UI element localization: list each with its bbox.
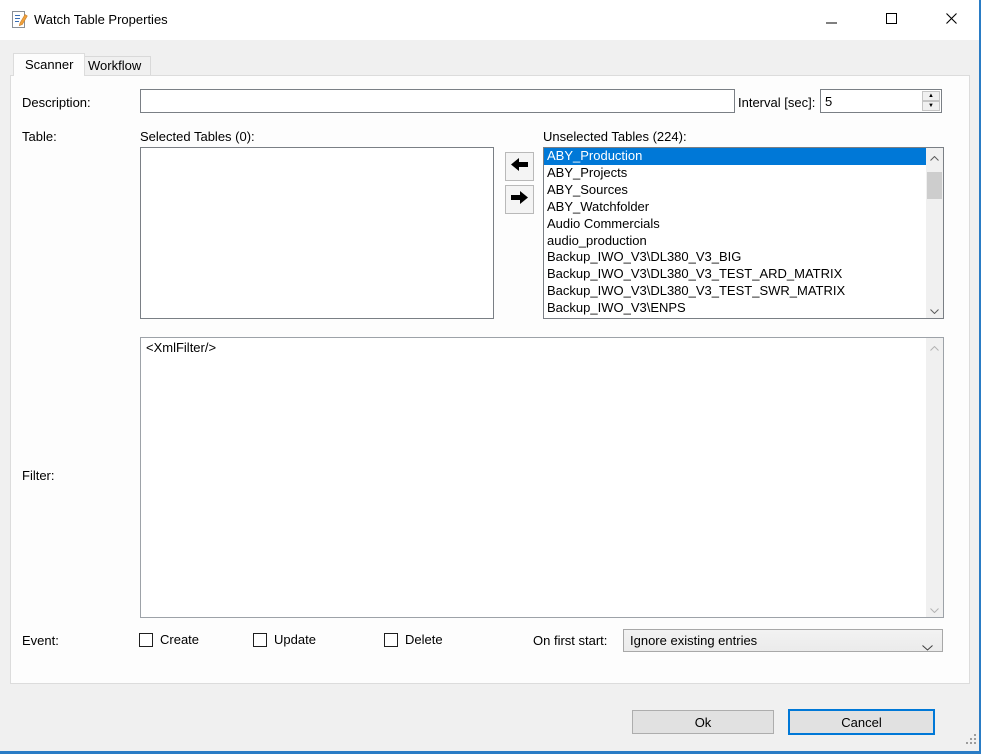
- spin-up-button[interactable]: ▲: [922, 91, 940, 101]
- unselected-tables-items: ABY_ProductionABY_ProjectsABY_SourcesABY…: [544, 148, 926, 318]
- tab-scanner[interactable]: Scanner: [13, 53, 85, 76]
- scroll-down-button[interactable]: [926, 301, 943, 318]
- checkbox-create-box[interactable]: [139, 633, 153, 647]
- maximize-icon: [886, 11, 897, 29]
- description-label: Description:: [22, 95, 91, 110]
- interval-spinner: ▲ ▼: [820, 89, 942, 113]
- maximize-button[interactable]: [868, 0, 914, 40]
- list-item[interactable]: ABY_Sources: [544, 182, 926, 199]
- titlebar[interactable]: Watch Table Properties: [0, 0, 979, 40]
- list-item[interactable]: Audio Commercials: [544, 216, 926, 233]
- close-button[interactable]: [928, 0, 974, 40]
- scroll-up-icon: [930, 148, 939, 166]
- filter-label: Filter:: [22, 468, 55, 483]
- checkbox-delete-box[interactable]: [384, 633, 398, 647]
- checkbox-delete-label: Delete: [405, 632, 443, 647]
- description-input[interactable]: [140, 89, 735, 113]
- list-item[interactable]: ABY_Watchfolder: [544, 199, 926, 216]
- scroll-down-icon: [930, 301, 939, 319]
- interval-input[interactable]: [821, 90, 919, 112]
- scroll-up-button[interactable]: [926, 148, 943, 165]
- list-item[interactable]: Backup_IWO_V3\DL380_V3_BIG: [544, 249, 926, 266]
- list-item[interactable]: ABY_Projects: [544, 165, 926, 182]
- ok-button[interactable]: Ok: [632, 710, 774, 734]
- list-item[interactable]: Backup_IWO_V3\DL380_V3_TEST_SWR_MATRIX: [544, 283, 926, 300]
- checkbox-create-label: Create: [160, 632, 199, 647]
- unselected-tables-list[interactable]: ABY_ProductionABY_ProjectsABY_SourcesABY…: [543, 147, 944, 319]
- interval-spin-buttons: ▲ ▼: [922, 91, 940, 111]
- tab-workflow[interactable]: Workflow: [78, 56, 151, 75]
- unselected-tables-scrollbar[interactable]: [926, 148, 943, 318]
- checkbox-update[interactable]: Update: [253, 632, 316, 647]
- move-to-selected-button[interactable]: [505, 152, 534, 181]
- checkbox-create[interactable]: Create: [139, 632, 199, 647]
- scroll-up-icon: [930, 338, 939, 356]
- resize-grip[interactable]: [964, 732, 977, 750]
- checkbox-delete[interactable]: Delete: [384, 632, 443, 647]
- cancel-button[interactable]: Cancel: [788, 709, 935, 735]
- list-item[interactable]: audio_production: [544, 233, 926, 250]
- list-item[interactable]: Backup_IWO_V3\ENPS: [544, 300, 926, 317]
- watch-table-properties-dialog: Watch Table Properties Scanner Workflow …: [0, 0, 981, 754]
- on-first-start-label: On first start:: [533, 633, 607, 648]
- app-icon: [9, 10, 29, 35]
- on-first-start-dropdown[interactable]: Ignore existing entries: [623, 629, 943, 652]
- table-label: Table:: [22, 129, 57, 144]
- scroll-down-icon: [930, 600, 939, 618]
- close-icon: [946, 11, 957, 29]
- interval-label: Interval [sec]:: [738, 95, 815, 110]
- arrow-left-icon: [511, 158, 528, 176]
- minimize-icon: [826, 11, 837, 29]
- unselected-tables-label: Unselected Tables (224):: [543, 129, 687, 144]
- filter-value: <XmlFilter/>: [141, 338, 925, 617]
- list-item[interactable]: Backup_IWO_V3\DL380_V3_TEST_ARD_MATRIX: [544, 266, 926, 283]
- minimize-button[interactable]: [808, 0, 854, 40]
- scrollbar-thumb[interactable]: [927, 172, 942, 199]
- scroll-up-button[interactable]: [926, 338, 943, 355]
- selected-tables-label: Selected Tables (0):: [140, 129, 255, 144]
- checkbox-update-label: Update: [274, 632, 316, 647]
- on-first-start-value: Ignore existing entries: [630, 633, 757, 648]
- arrow-right-icon: [511, 191, 528, 209]
- scroll-down-button[interactable]: [926, 600, 943, 617]
- filter-input[interactable]: <XmlFilter/>: [140, 337, 944, 618]
- selected-tables-list[interactable]: [140, 147, 494, 319]
- window-title: Watch Table Properties: [34, 12, 168, 27]
- spin-down-icon: ▼: [928, 103, 934, 109]
- checkbox-update-box[interactable]: [253, 633, 267, 647]
- list-item[interactable]: ABY_Production: [544, 148, 926, 165]
- spin-down-button[interactable]: ▼: [922, 101, 940, 111]
- spin-up-icon: ▲: [928, 93, 934, 99]
- chevron-down-icon: [922, 638, 933, 656]
- move-to-unselected-button[interactable]: [505, 185, 534, 214]
- event-label: Event:: [22, 633, 59, 648]
- filter-scrollbar[interactable]: [926, 338, 943, 617]
